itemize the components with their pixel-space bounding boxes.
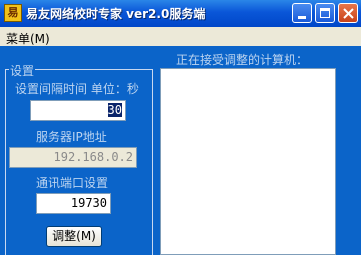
interval-input[interactable]: 30	[30, 100, 126, 121]
close-button[interactable]	[338, 3, 358, 23]
app-icon: 易	[4, 4, 22, 22]
title-bar[interactable]: 易 易友网络校时专家 ver2.0服务端	[0, 0, 361, 27]
port-input[interactable]: 19730	[36, 193, 111, 214]
app-window: 易 易友网络校时专家 ver2.0服务端 菜单(M) 设置 设置间隔时间 单位：…	[0, 0, 361, 255]
interval-value: 30	[107, 103, 122, 117]
client-area: 设置 设置间隔时间 单位：秒 30 服务器IP地址 192.168.0.2 通讯…	[0, 46, 361, 255]
minimize-icon	[298, 16, 306, 19]
clients-list[interactable]	[160, 68, 336, 255]
interval-label: 设置间隔时间 单位：秒	[15, 82, 139, 96]
menu-bar: 菜单(M)	[0, 27, 361, 46]
close-icon	[343, 8, 354, 19]
port-label: 通讯端口设置	[36, 176, 109, 190]
window-title: 易友网络校时专家 ver2.0服务端	[26, 7, 206, 21]
settings-group-title: 设置	[9, 62, 36, 79]
menu-item-main[interactable]: 菜单(M)	[6, 30, 50, 47]
clients-label: 正在接受调整的计算机：	[176, 53, 309, 67]
server-ip-label: 服务器IP地址	[36, 130, 107, 144]
adjust-button[interactable]: 调整(M)	[46, 226, 102, 247]
maximize-icon	[320, 8, 330, 18]
minimize-button[interactable]	[292, 3, 312, 23]
maximize-button[interactable]	[315, 3, 335, 23]
server-ip-field: 192.168.0.2	[9, 147, 137, 168]
